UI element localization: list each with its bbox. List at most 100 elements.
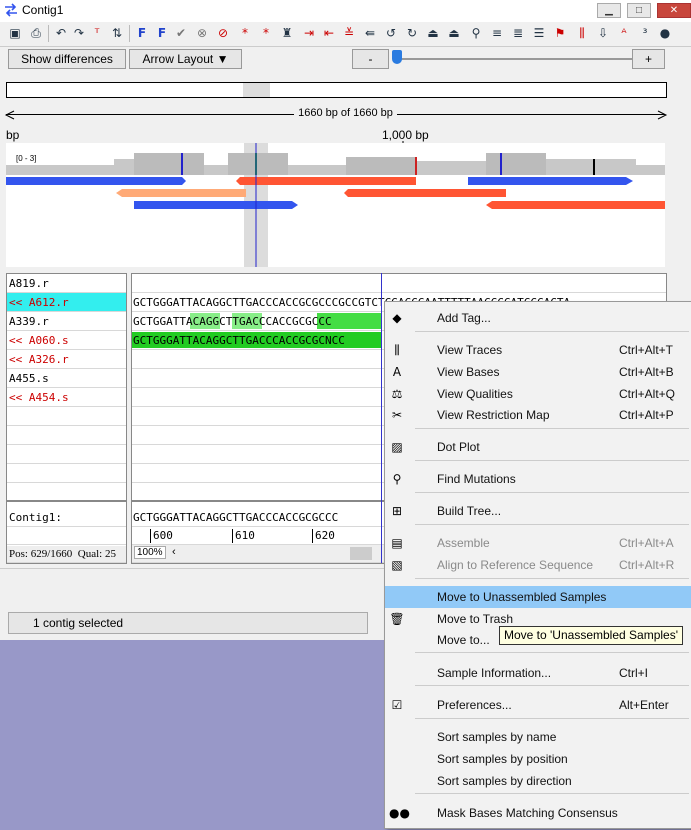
zoom-slider-track[interactable] <box>393 58 633 60</box>
sequence-text: GCTGGATTACAGGCTTGACCCACCGCGCCC <box>133 315 332 328</box>
align-icon[interactable]: ≡ <box>488 24 506 42</box>
menu-separator <box>415 524 689 525</box>
menu-item-view-bases[interactable]: A View Bases Ctrl+Alt+B <box>385 361 691 383</box>
overview-bar[interactable] <box>6 82 667 98</box>
menu-item-find-mutations[interactable]: ⚲ Find Mutations <box>385 468 691 490</box>
bp-label: bp <box>6 128 20 142</box>
find-mutations-icon: ⚲ <box>392 472 402 486</box>
toolbar: ▣ ⎙ ↶ ↷ ᵀ ⇅ F F ✔ ⊗ ⊘ * * ♜ ⇥ ⇤ ≚ ⇚ ↺ ↻ … <box>0 22 691 47</box>
minimize-button[interactable]: ▁ <box>597 3 621 18</box>
translate-icon[interactable]: ᴬ <box>615 24 633 42</box>
menu-item-sort-samples-by-position[interactable]: Sort samples by position <box>385 748 691 770</box>
sample-name-row[interactable]: << A454.s <box>7 388 126 407</box>
flag-icon[interactable]: ⚑ <box>551 24 569 42</box>
expand-icon[interactable]: ⏏ <box>445 24 463 42</box>
menu-separator <box>415 652 689 653</box>
traces-toolbar-icon[interactable]: ⫼ <box>573 24 591 42</box>
collapse-icon[interactable]: ⏏ <box>424 24 442 42</box>
zoom-out-button[interactable]: - <box>352 49 389 69</box>
insert-gap-icon[interactable]: ⇥ <box>300 24 318 42</box>
shift-left-icon[interactable]: ⇚ <box>361 24 379 42</box>
save-icon[interactable]: ▣ <box>6 24 24 42</box>
build-tree-icon: ⊞ <box>391 504 403 518</box>
sample-name-row[interactable]: << A060.s <box>7 331 126 350</box>
menu-item-dot-plot[interactable]: ▨ Dot Plot <box>385 436 691 458</box>
menu-separator <box>415 492 689 493</box>
mask-toolbar-icon[interactable]: ● <box>656 24 674 42</box>
sample-name-row-selected[interactable]: << A612.r <box>7 293 126 312</box>
assembly-map[interactable]: [0 - 3] <box>6 143 665 267</box>
menu-item-label: Dot Plot <box>437 440 480 454</box>
menu-item-view-traces[interactable]: ⫼ View Traces Ctrl+Alt+T <box>385 339 691 361</box>
numbering-icon[interactable]: ³ <box>636 24 654 42</box>
zoom-select[interactable]: 100% <box>134 546 166 559</box>
menu-item-shortcut: Ctrl+Alt+R <box>619 558 675 572</box>
menu-item-view-restriction-map[interactable]: ✂ View Restriction Map Ctrl+Alt+P <box>385 404 691 426</box>
asterisk-down-icon[interactable]: * <box>257 24 275 42</box>
binoculars-icon[interactable]: ♜ <box>278 24 296 42</box>
search-icon[interactable]: ⚲ <box>467 24 485 42</box>
accept-icon[interactable]: ✔ <box>172 24 190 42</box>
tooltip: Move to 'Unassembled Samples' <box>499 626 683 645</box>
download-icon[interactable]: ⇩ <box>594 24 612 42</box>
redo-icon[interactable]: ↷ <box>70 24 88 42</box>
arrow-layout-dropdown[interactable]: Arrow Layout ▼ <box>129 49 242 69</box>
menu-item-label: View Qualities <box>437 387 513 401</box>
delete-gap-icon[interactable]: ⇤ <box>320 24 338 42</box>
position-label: 610 <box>235 529 255 542</box>
sample-name-row[interactable]: A455.s <box>7 369 126 388</box>
zoom-in-button[interactable]: + <box>632 49 665 69</box>
print-icon[interactable]: ⎙ <box>27 24 45 42</box>
asterisk-icon[interactable]: * <box>236 24 254 42</box>
sample-list: A819.r << A612.r A339.r << A060.s << A32… <box>6 273 127 564</box>
menu-item-add-tag[interactable]: ◆ Add Tag... <box>385 307 691 329</box>
sort-icon[interactable]: ⇅ <box>108 24 126 42</box>
align-right-icon[interactable]: ≣ <box>509 24 527 42</box>
contig-app-icon <box>5 3 17 17</box>
title-bar: Contig1 ▁ □ ✕ <box>0 0 691 23</box>
rotate-right-icon[interactable]: ↻ <box>403 24 421 42</box>
undo-icon[interactable]: ↶ <box>52 24 70 42</box>
rotate-left-icon[interactable]: ↺ <box>382 24 400 42</box>
menu-item-move-to-unassembled-samples[interactable]: Move to Unassembled Samples <box>385 586 691 608</box>
sample-name-row[interactable]: A339.r <box>7 312 126 331</box>
menu-item-build-tree[interactable]: ⊞ Build Tree... <box>385 500 691 522</box>
menu-item-preferences[interactable]: ☑ Preferences... Alt+Enter <box>385 694 691 716</box>
menu-item-label: Sort samples by position <box>437 752 568 766</box>
menu-item-sample-information[interactable]: Sample Information... Ctrl+I <box>385 662 691 684</box>
sequence-text: GCTGGGATTACAGGCTTGACCCACCGCGCNCC <box>133 334 345 347</box>
merge-icon[interactable]: ≚ <box>340 24 358 42</box>
menu-item-label: View Bases <box>437 365 500 379</box>
close-button[interactable]: ✕ <box>657 3 691 18</box>
qualities-icon: ⚖ <box>391 387 403 401</box>
lines-icon[interactable]: ☰ <box>530 24 548 42</box>
menu-separator <box>415 460 689 461</box>
restriction-map-icon: ✂ <box>391 408 403 422</box>
menu-item-label: Move to Unassembled Samples <box>437 590 607 604</box>
cancel-icon[interactable]: ⊗ <box>193 24 211 42</box>
horizontal-scroll-thumb[interactable] <box>350 547 372 560</box>
menu-separator <box>415 428 689 429</box>
selection-status: 1 contig selected <box>33 616 124 630</box>
sequence-row[interactable] <box>132 274 666 293</box>
reverse-icon[interactable]: F <box>153 24 171 42</box>
scroll-left-icon[interactable]: ‹ <box>172 546 176 558</box>
menu-item-sort-samples-by-direction[interactable]: Sort samples by direction <box>385 770 691 792</box>
overview-viewport[interactable] <box>243 83 270 97</box>
remove-icon[interactable]: ⊘ <box>214 24 232 42</box>
maximize-button[interactable]: □ <box>627 3 651 18</box>
menu-item-align-to-reference-sequence: ▧ Align to Reference Sequence Ctrl+Alt+R <box>385 554 691 576</box>
menu-item-shortcut: Ctrl+Alt+A <box>619 536 674 550</box>
forward-icon[interactable]: F <box>133 24 151 42</box>
menu-item-label: Sort samples by direction <box>437 774 572 788</box>
menu-item-mask-bases-matching-consensus[interactable]: ●● Mask Bases Matching Consensus <box>385 802 691 824</box>
sample-name-row[interactable]: A819.r <box>7 274 126 293</box>
menu-item-sort-samples-by-name[interactable]: Sort samples by name <box>385 726 691 748</box>
show-differences-button[interactable]: Show differences <box>8 49 126 69</box>
zoom-slider-thumb[interactable] <box>392 50 402 64</box>
menu-item-label: Preferences... <box>437 698 512 712</box>
menu-item-view-qualities[interactable]: ⚖ View Qualities Ctrl+Alt+Q <box>385 383 691 405</box>
sample-name-row[interactable]: << A326.r <box>7 350 126 369</box>
menu-item-label: Add Tag... <box>437 311 491 325</box>
trim-icon[interactable]: ᵀ <box>88 24 106 42</box>
